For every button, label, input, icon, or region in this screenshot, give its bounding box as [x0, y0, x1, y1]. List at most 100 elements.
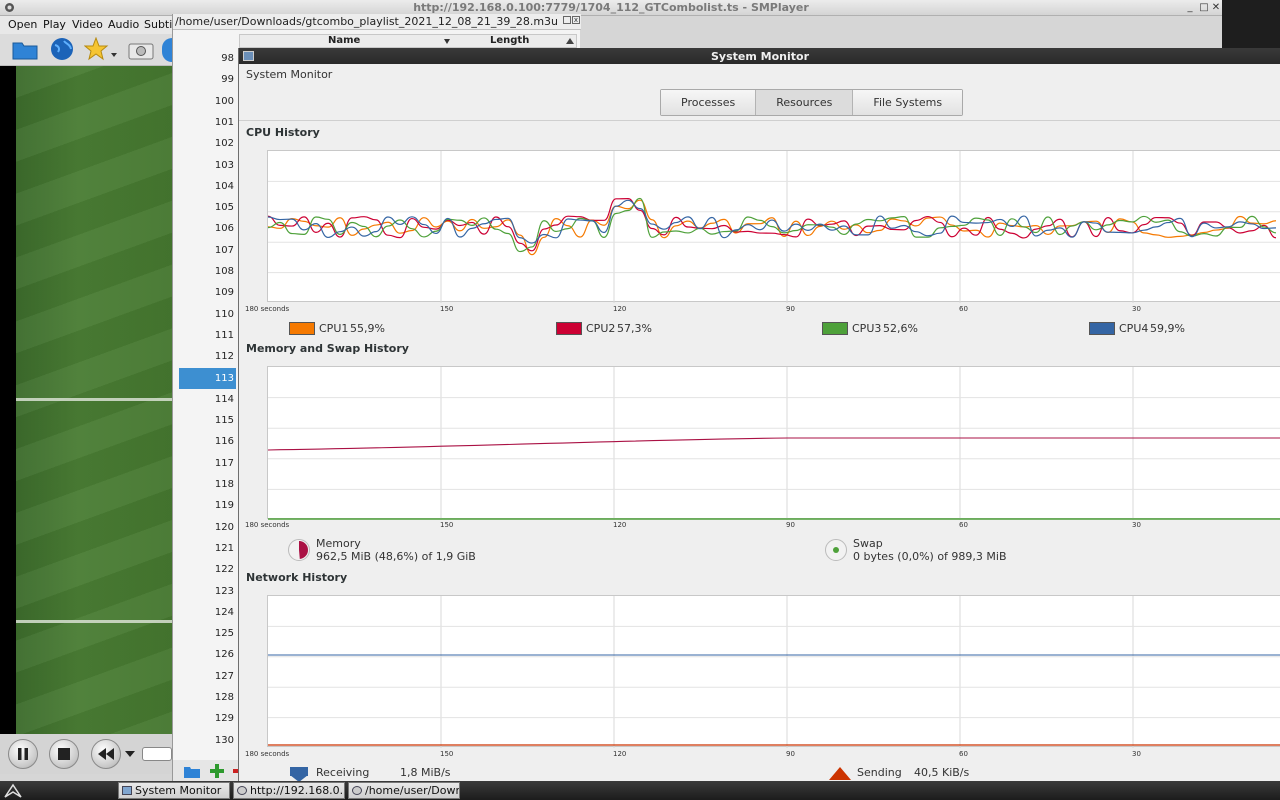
- playlist-row-number[interactable]: 122: [179, 559, 236, 580]
- cpu-color-swatch[interactable]: [822, 322, 848, 335]
- system-monitor-titlebar[interactable]: System Monitor: [239, 48, 1280, 64]
- cpu-history-graph: [267, 150, 1280, 303]
- cpu-legend-value: 57,3%: [617, 322, 652, 335]
- cpu-series-line: [268, 199, 1277, 244]
- axis-tick-label: 90: [786, 305, 795, 313]
- playlist-row-number[interactable]: 102: [179, 133, 236, 154]
- playlist-row-number[interactable]: 121: [179, 538, 236, 559]
- playlist-row-number[interactable]: 99: [179, 69, 236, 90]
- network-history-plot: [268, 596, 1280, 748]
- playlist-row-number[interactable]: 123: [179, 581, 236, 602]
- cpu-color-swatch[interactable]: [556, 322, 582, 335]
- memory-series-line: [268, 437, 1280, 451]
- axis-tick-label: 90: [786, 750, 795, 758]
- pause-button[interactable]: [8, 739, 38, 769]
- playlist-row-number[interactable]: 120: [179, 517, 236, 538]
- smplayer-task-icon: [237, 786, 247, 795]
- menu-audio[interactable]: Audio: [108, 18, 139, 31]
- memory-label: Memory: [316, 537, 361, 550]
- globe-icon[interactable]: [50, 37, 74, 61]
- sort-arrow-icon[interactable]: [444, 39, 450, 44]
- playlist-row-number[interactable]: 111: [179, 325, 236, 346]
- playlist-row-number[interactable]: 104: [179, 176, 236, 197]
- playlist-row-number[interactable]: 119: [179, 495, 236, 516]
- rewind-button[interactable]: [91, 739, 121, 769]
- cpu-history-plot: [268, 151, 1280, 303]
- swap-pie-icon: [825, 539, 847, 561]
- playlist-row-number[interactable]: 110: [179, 304, 236, 325]
- playlist-row-number[interactable]: 114: [179, 389, 236, 410]
- taskbar-item-playlist[interactable]: /home/user/Downl...: [348, 782, 460, 799]
- menu-open[interactable]: Open: [8, 18, 37, 31]
- tab-resources[interactable]: Resources: [756, 90, 854, 115]
- playlist-row-number[interactable]: 130: [179, 730, 236, 751]
- taskbar: System Monitor http://192.168.0.... /hom…: [0, 781, 1280, 800]
- playlist-row-number[interactable]: 112: [179, 346, 236, 367]
- playlist-row-number[interactable]: 113: [179, 367, 236, 389]
- playlist-row-number[interactable]: 124: [179, 602, 236, 623]
- minimize-button[interactable]: _: [1184, 2, 1196, 14]
- column-length[interactable]: Length: [490, 35, 529, 46]
- close-button[interactable]: ✕: [1210, 2, 1222, 14]
- add-icon[interactable]: [209, 763, 225, 779]
- maximize-button[interactable]: □: [1198, 2, 1210, 14]
- axis-tick-label: 120: [613, 521, 627, 529]
- taskbar-item-label: /home/user/Downl...: [365, 784, 459, 797]
- memory-history-title: Memory and Swap History: [246, 342, 409, 355]
- pause-icon: [18, 748, 28, 760]
- playlist-row-number[interactable]: 109: [179, 282, 236, 303]
- playlist-row-number[interactable]: 103: [179, 155, 236, 176]
- tab-file-systems[interactable]: File Systems: [853, 90, 963, 115]
- playlist-row-number[interactable]: 127: [179, 666, 236, 687]
- playlist-row-number[interactable]: 101: [179, 112, 236, 133]
- playlist-row-number[interactable]: 115: [179, 410, 236, 431]
- playlist-row-number[interactable]: 106: [179, 218, 236, 239]
- playlist-row-number[interactable]: 107: [179, 240, 236, 261]
- column-name[interactable]: Name: [328, 35, 360, 46]
- playlist-row-number[interactable]: 100: [179, 91, 236, 112]
- stop-button[interactable]: [49, 739, 79, 769]
- playlist-row-number[interactable]: 117: [179, 453, 236, 474]
- seek-slider[interactable]: [142, 747, 172, 761]
- video-area[interactable]: [0, 66, 172, 734]
- menu-play[interactable]: Play: [43, 18, 66, 31]
- tab-processes[interactable]: Processes: [661, 90, 757, 115]
- cpu-color-swatch[interactable]: [289, 322, 315, 335]
- screenshot-camera-icon[interactable]: [128, 40, 154, 60]
- playlist-task-icon: [352, 786, 362, 795]
- playlist-row-number[interactable]: 128: [179, 687, 236, 708]
- rewind-icon: [98, 748, 114, 760]
- open-folder-icon[interactable]: [12, 38, 38, 60]
- chevron-down-icon[interactable]: [124, 750, 136, 758]
- receiving-value: 1,8 MiB/s: [400, 766, 451, 779]
- playlist-float-button[interactable]: [563, 16, 571, 24]
- playlist-row-number[interactable]: 108: [179, 261, 236, 282]
- cpu-legend: CPU1 55,9% CPU2 57,3% CPU3 52,6% CPU4 59,9%: [239, 321, 1280, 337]
- playlist-header: Name Length: [239, 34, 577, 48]
- playlist-row-number[interactable]: 98: [179, 48, 236, 69]
- cpu-series-line: [268, 198, 1277, 252]
- sending-label: Sending: [857, 766, 902, 779]
- playlist-titlebar[interactable]: /home/user/Downloads/gtcombo_playlist_20…: [173, 14, 581, 30]
- favorites-star-icon[interactable]: [84, 37, 118, 61]
- taskbar-item-label: http://192.168.0....: [250, 784, 345, 797]
- menu-video[interactable]: Video: [72, 18, 103, 31]
- taskbar-item-smplayer[interactable]: http://192.168.0....: [233, 782, 345, 799]
- menu-subtitles[interactable]: Subti: [144, 18, 172, 31]
- axis-tick-label: 180 seconds: [245, 305, 290, 313]
- axis-tick-label: 150: [440, 305, 454, 313]
- playlist-row-number[interactable]: 116: [179, 431, 236, 452]
- playlist-row-number[interactable]: 129: [179, 708, 236, 729]
- playlist-row-number[interactable]: 126: [179, 644, 236, 665]
- cpu-color-swatch[interactable]: [1089, 322, 1115, 335]
- open-folder-icon[interactable]: [183, 764, 201, 779]
- axis-tick-label: 150: [440, 750, 454, 758]
- toolbar-overflow-icon[interactable]: [162, 38, 172, 62]
- playlist-close-button[interactable]: x: [572, 16, 580, 24]
- start-menu-icon[interactable]: [4, 783, 22, 798]
- scroll-up-icon[interactable]: [566, 38, 574, 44]
- playlist-row-number[interactable]: 118: [179, 474, 236, 495]
- playlist-row-number[interactable]: 105: [179, 197, 236, 218]
- taskbar-item-system-monitor[interactable]: System Monitor: [118, 782, 230, 799]
- playlist-row-number[interactable]: 125: [179, 623, 236, 644]
